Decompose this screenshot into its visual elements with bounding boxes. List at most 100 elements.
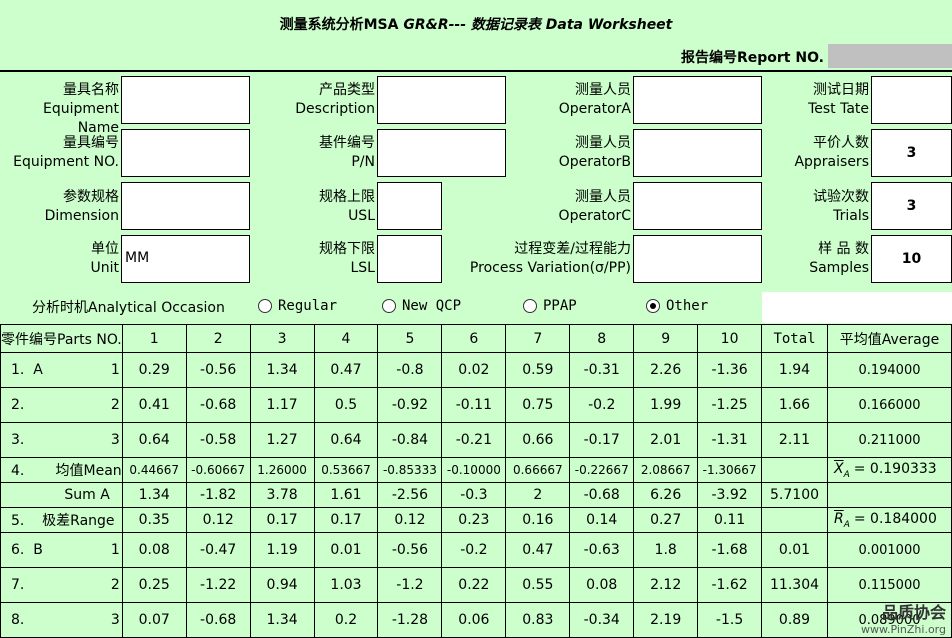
description-input[interactable]: [377, 76, 506, 124]
dimension-input[interactable]: [121, 182, 250, 230]
table-cell[interactable]: -0.92: [377, 387, 443, 423]
table-cell[interactable]: 1.61: [313, 482, 379, 508]
table-cell[interactable]: 0.16: [505, 507, 571, 533]
usl-input[interactable]: [377, 182, 442, 230]
table-cell[interactable]: 0.22: [441, 567, 507, 603]
table-cell[interactable]: 0.01: [313, 532, 379, 568]
table-cell[interactable]: 1.99: [633, 387, 699, 423]
table-cell[interactable]: -0.2: [569, 387, 635, 423]
table-cell[interactable]: 0.41: [121, 387, 187, 423]
table-cell[interactable]: 2: [505, 482, 571, 508]
table-cell[interactable]: -0.21: [441, 422, 507, 458]
table-cell[interactable]: -0.34: [569, 602, 635, 638]
table-cell[interactable]: 0.12: [185, 507, 251, 533]
pn-input[interactable]: [377, 129, 506, 177]
table-cell[interactable]: -0.56: [185, 352, 251, 388]
table-cell[interactable]: 1.27: [249, 422, 315, 458]
table-cell[interactable]: -0.68: [185, 602, 251, 638]
table-cell[interactable]: 0.44667: [121, 457, 187, 483]
table-cell[interactable]: -0.84: [377, 422, 443, 458]
table-cell[interactable]: -3.92: [697, 482, 763, 508]
operator-b-input[interactable]: [633, 129, 762, 177]
table-cell[interactable]: 1.34: [121, 482, 187, 508]
table-cell[interactable]: 0.53667: [313, 457, 379, 483]
table-cell[interactable]: -1.30667: [697, 457, 763, 483]
table-cell[interactable]: -0.68: [185, 387, 251, 423]
table-cell[interactable]: 1.8: [633, 532, 699, 568]
table-cell[interactable]: 0.17: [313, 507, 379, 533]
table-cell[interactable]: -0.63: [569, 532, 635, 568]
table-cell[interactable]: 2.12: [633, 567, 699, 603]
table-cell[interactable]: 0.29: [121, 352, 187, 388]
table-cell[interactable]: 0.23: [441, 507, 507, 533]
table-cell[interactable]: -0.60667: [185, 457, 251, 483]
table-cell[interactable]: 0.83: [505, 602, 571, 638]
table-cell[interactable]: 0.35: [121, 507, 187, 533]
table-cell[interactable]: -0.11: [441, 387, 507, 423]
equipment-name-input[interactable]: [121, 76, 250, 124]
unit-input[interactable]: MM: [121, 235, 250, 283]
table-cell[interactable]: 0.94: [249, 567, 315, 603]
table-cell[interactable]: 0.66667: [505, 457, 571, 483]
trials-input[interactable]: 3: [871, 182, 952, 230]
equipment-no-input[interactable]: [121, 129, 250, 177]
table-cell[interactable]: -0.47: [185, 532, 251, 568]
table-cell[interactable]: 1.17: [249, 387, 315, 423]
table-cell[interactable]: -0.85333: [377, 457, 443, 483]
table-cell[interactable]: -0.56: [377, 532, 443, 568]
table-cell[interactable]: 0.08: [121, 532, 187, 568]
table-cell[interactable]: 0.64: [121, 422, 187, 458]
table-cell[interactable]: 0.47: [313, 352, 379, 388]
operator-a-input[interactable]: [633, 76, 762, 124]
table-cell[interactable]: 0.17: [249, 507, 315, 533]
table-cell[interactable]: 0.11: [697, 507, 763, 533]
table-cell[interactable]: -0.31: [569, 352, 635, 388]
table-cell[interactable]: 2.08667: [633, 457, 699, 483]
table-cell[interactable]: -0.17: [569, 422, 635, 458]
radio-new-qcp[interactable]: New QCP: [382, 298, 461, 314]
table-cell[interactable]: -2.56: [377, 482, 443, 508]
table-cell[interactable]: 0.07: [121, 602, 187, 638]
process-variation-input[interactable]: [633, 235, 762, 283]
table-cell[interactable]: -1.82: [185, 482, 251, 508]
table-cell[interactable]: -1.36: [697, 352, 763, 388]
table-cell[interactable]: -0.10000: [441, 457, 507, 483]
lsl-input[interactable]: [377, 235, 442, 283]
table-cell[interactable]: 1.34: [249, 352, 315, 388]
test-date-input[interactable]: [871, 76, 952, 124]
radio-other[interactable]: Other: [646, 298, 708, 314]
table-cell[interactable]: -1.5: [697, 602, 763, 638]
table-cell[interactable]: 0.02: [441, 352, 507, 388]
table-cell[interactable]: 3.78: [249, 482, 315, 508]
table-cell[interactable]: -1.22: [185, 567, 251, 603]
table-cell[interactable]: 0.2: [313, 602, 379, 638]
table-cell[interactable]: -1.28: [377, 602, 443, 638]
occasion-other-input[interactable]: [762, 292, 952, 323]
table-cell[interactable]: 0.55: [505, 567, 571, 603]
radio-regular[interactable]: Regular: [258, 298, 337, 314]
table-cell[interactable]: 0.5: [313, 387, 379, 423]
table-cell[interactable]: 1.19: [249, 532, 315, 568]
table-cell[interactable]: -0.68: [569, 482, 635, 508]
table-cell[interactable]: -1.31: [697, 422, 763, 458]
table-cell[interactable]: -0.3: [441, 482, 507, 508]
table-cell[interactable]: 0.59: [505, 352, 571, 388]
table-cell[interactable]: -0.8: [377, 352, 443, 388]
table-cell[interactable]: -0.2: [441, 532, 507, 568]
table-cell[interactable]: 0.08: [569, 567, 635, 603]
table-cell[interactable]: 2.19: [633, 602, 699, 638]
table-cell[interactable]: 0.06: [441, 602, 507, 638]
table-cell[interactable]: -1.25: [697, 387, 763, 423]
table-cell[interactable]: 0.12: [377, 507, 443, 533]
table-cell[interactable]: -0.22667: [569, 457, 635, 483]
table-cell[interactable]: 0.64: [313, 422, 379, 458]
report-number-input[interactable]: [828, 44, 952, 68]
table-cell[interactable]: 6.26: [633, 482, 699, 508]
table-cell[interactable]: -0.58: [185, 422, 251, 458]
table-cell[interactable]: 2.26: [633, 352, 699, 388]
operator-c-input[interactable]: [633, 182, 762, 230]
table-cell[interactable]: 0.47: [505, 532, 571, 568]
table-cell[interactable]: 1.34: [249, 602, 315, 638]
radio-ppap[interactable]: PPAP: [523, 298, 577, 314]
table-cell[interactable]: -1.62: [697, 567, 763, 603]
